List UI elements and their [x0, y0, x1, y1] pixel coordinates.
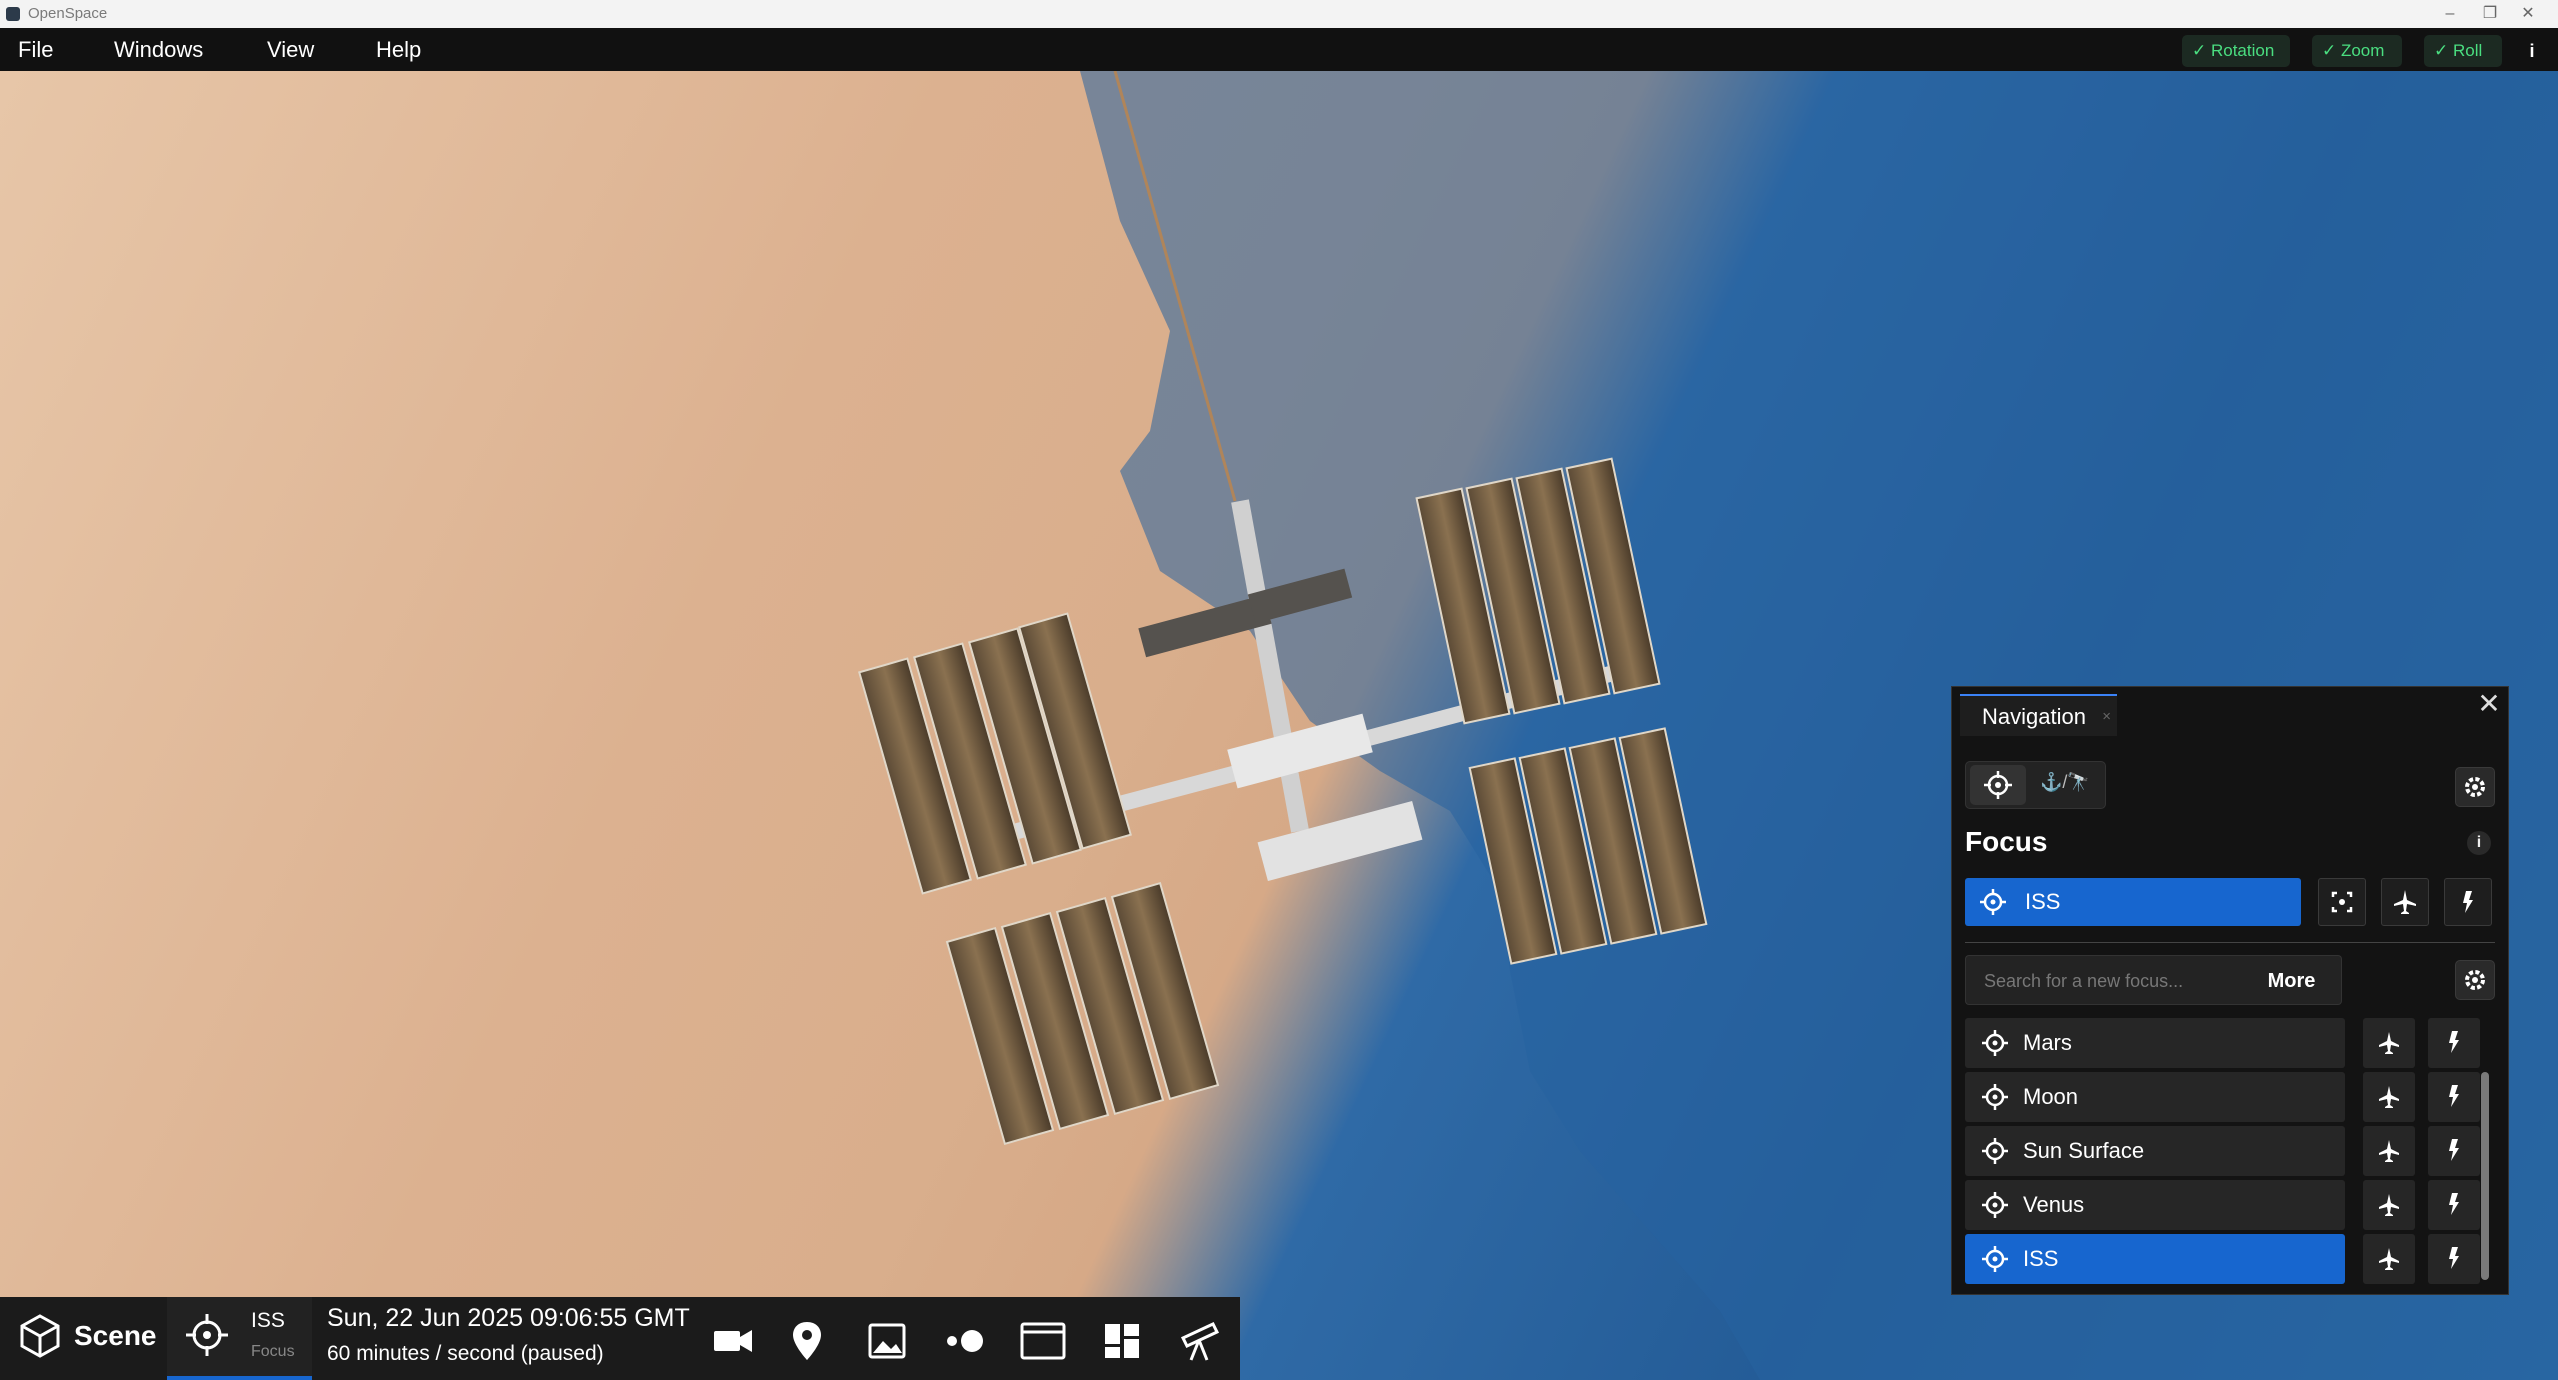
navigation-tab-close[interactable]: ×: [2102, 696, 2111, 738]
zoom-toggle[interactable]: ✓ Zoom: [2312, 35, 2402, 67]
focus-heading: Focus: [1965, 826, 2048, 857]
airplane-icon: [2379, 1248, 2399, 1270]
exoplanets-icon[interactable]: [940, 1316, 990, 1366]
menu-help[interactable]: Help: [376, 28, 421, 71]
lightning-icon: [2449, 1247, 2459, 1269]
lightning-icon: [2449, 1193, 2459, 1215]
menu-view[interactable]: View: [267, 28, 314, 71]
more-button[interactable]: More: [2242, 955, 2342, 1005]
menu-windows[interactable]: Windows: [114, 28, 203, 71]
section-divider: [1965, 942, 2495, 943]
browser-window-icon[interactable]: [1018, 1316, 1068, 1366]
navigation-settings-button[interactable]: [2455, 767, 2495, 807]
fly-to-button[interactable]: [2363, 1072, 2415, 1122]
focus-item-label: Sun Surface: [2023, 1138, 2145, 1163]
focus-item-label: Mars: [2023, 1030, 2072, 1055]
jump-to-focus-button[interactable]: [2444, 878, 2492, 926]
list-item: ISS: [1963, 1234, 2485, 1284]
focus-item-button[interactable]: Sun Surface: [1965, 1126, 2345, 1176]
focus-crosshair-icon: [186, 1314, 228, 1356]
focus-item-label: Moon: [2023, 1084, 2079, 1109]
image-icon[interactable]: [862, 1316, 912, 1366]
focus-crosshair-icon: [1982, 1084, 2008, 1110]
scene-label[interactable]: Scene: [74, 1320, 157, 1352]
fly-to-button[interactable]: [2363, 1234, 2415, 1284]
focus-info-icon[interactable]: i: [2467, 831, 2491, 855]
focus-item-label: ISS: [2023, 1246, 2059, 1271]
airplane-icon: [2379, 1032, 2399, 1054]
scene-cube-icon[interactable]: [14, 1310, 66, 1362]
current-focus-button[interactable]: ISS: [1965, 878, 2301, 926]
focus-item-label: Venus: [2023, 1192, 2085, 1217]
focus-crosshair-icon: [1982, 1246, 2008, 1272]
search-settings-button[interactable]: [2455, 960, 2495, 1000]
navigation-tab-title: Navigation: [1982, 704, 2086, 729]
frame-focus-button[interactable]: [2318, 878, 2366, 926]
navigation-tab[interactable]: Navigation ×: [1960, 694, 2117, 736]
frame-icon: [2331, 891, 2353, 913]
jump-to-button[interactable]: [2428, 1180, 2480, 1230]
list-item: Moon: [1963, 1072, 2485, 1122]
focus-crosshair-icon: [1984, 771, 2012, 799]
focus-crosshair-icon: [1982, 1192, 2008, 1218]
lightning-icon: [2449, 1139, 2459, 1161]
date-time[interactable]: Sun, 22 Jun 2025 09:06:55 GMT: [327, 1304, 690, 1333]
camera-icon[interactable]: [708, 1316, 758, 1366]
focus-mode-button[interactable]: [1970, 765, 2026, 805]
telescope-icon[interactable]: [1175, 1316, 1225, 1366]
focus-list: Mars Moon Sun Surface Venus ISS: [1963, 1018, 2485, 1288]
time-rate[interactable]: 60 minutes / second (paused): [327, 1342, 604, 1366]
airplane-icon: [2379, 1140, 2399, 1162]
focus-name: ISS: [251, 1309, 285, 1332]
dashboard-icon[interactable]: [1097, 1316, 1147, 1366]
roll-toggle[interactable]: ✓ Roll: [2424, 35, 2502, 67]
lightning-icon: [2463, 891, 2473, 913]
focus-search-input[interactable]: Search for a new focus...: [1965, 955, 2242, 1005]
window-title: OpenSpace: [28, 5, 108, 22]
rotation-toggle[interactable]: ✓ Rotation: [2182, 35, 2290, 67]
airplane-icon: [2379, 1194, 2399, 1216]
focus-item-button[interactable]: Moon: [1965, 1072, 2345, 1122]
airplane-icon: [2394, 890, 2416, 914]
list-item: Sun Surface: [1963, 1126, 2485, 1176]
anchor-aim-mode-button[interactable]: ⚓/🔭: [2040, 772, 2090, 793]
lightning-icon: [2449, 1031, 2459, 1053]
jump-to-button[interactable]: [2428, 1126, 2480, 1176]
menu-file[interactable]: File: [18, 28, 53, 71]
current-focus-name: ISS: [2025, 889, 2061, 914]
list-item: Mars: [1963, 1018, 2485, 1068]
fly-to-button[interactable]: [2363, 1126, 2415, 1176]
jump-to-button[interactable]: [2428, 1072, 2480, 1122]
fly-to-focus-button[interactable]: [2381, 878, 2429, 926]
focus-caption: Focus: [251, 1343, 295, 1360]
airplane-icon: [2379, 1086, 2399, 1108]
navigation-panel-close[interactable]: ✕: [2475, 690, 2503, 718]
focus-crosshair-icon: [1982, 1138, 2008, 1164]
menu-bar: File Windows View Help: [0, 28, 2558, 71]
jump-to-button[interactable]: [2428, 1018, 2480, 1068]
gear-icon: [2465, 970, 2485, 990]
fly-to-button[interactable]: [2363, 1180, 2415, 1230]
focus-item-button[interactable]: Mars: [1965, 1018, 2345, 1068]
lightning-icon: [2449, 1085, 2459, 1107]
close-window-button[interactable]: ✕: [2498, 0, 2558, 28]
focus-item-button[interactable]: Venus: [1965, 1180, 2345, 1230]
focus-crosshair-icon: [1982, 1030, 2008, 1056]
jump-to-button[interactable]: [2428, 1234, 2480, 1284]
focus-list-scrollbar[interactable]: [2481, 1072, 2489, 1280]
fly-to-button[interactable]: [2363, 1018, 2415, 1068]
location-pin-icon[interactable]: [782, 1316, 832, 1366]
gear-icon: [2465, 777, 2485, 797]
title-bar: OpenSpace – ❐ ✕: [0, 0, 2558, 28]
app-logo-icon: [6, 7, 20, 21]
focus-crosshair-icon: [1980, 889, 2006, 915]
info-icon[interactable]: i: [2518, 35, 2546, 67]
focus-item-button[interactable]: ISS: [1965, 1234, 2345, 1284]
list-item: Venus: [1963, 1180, 2485, 1230]
